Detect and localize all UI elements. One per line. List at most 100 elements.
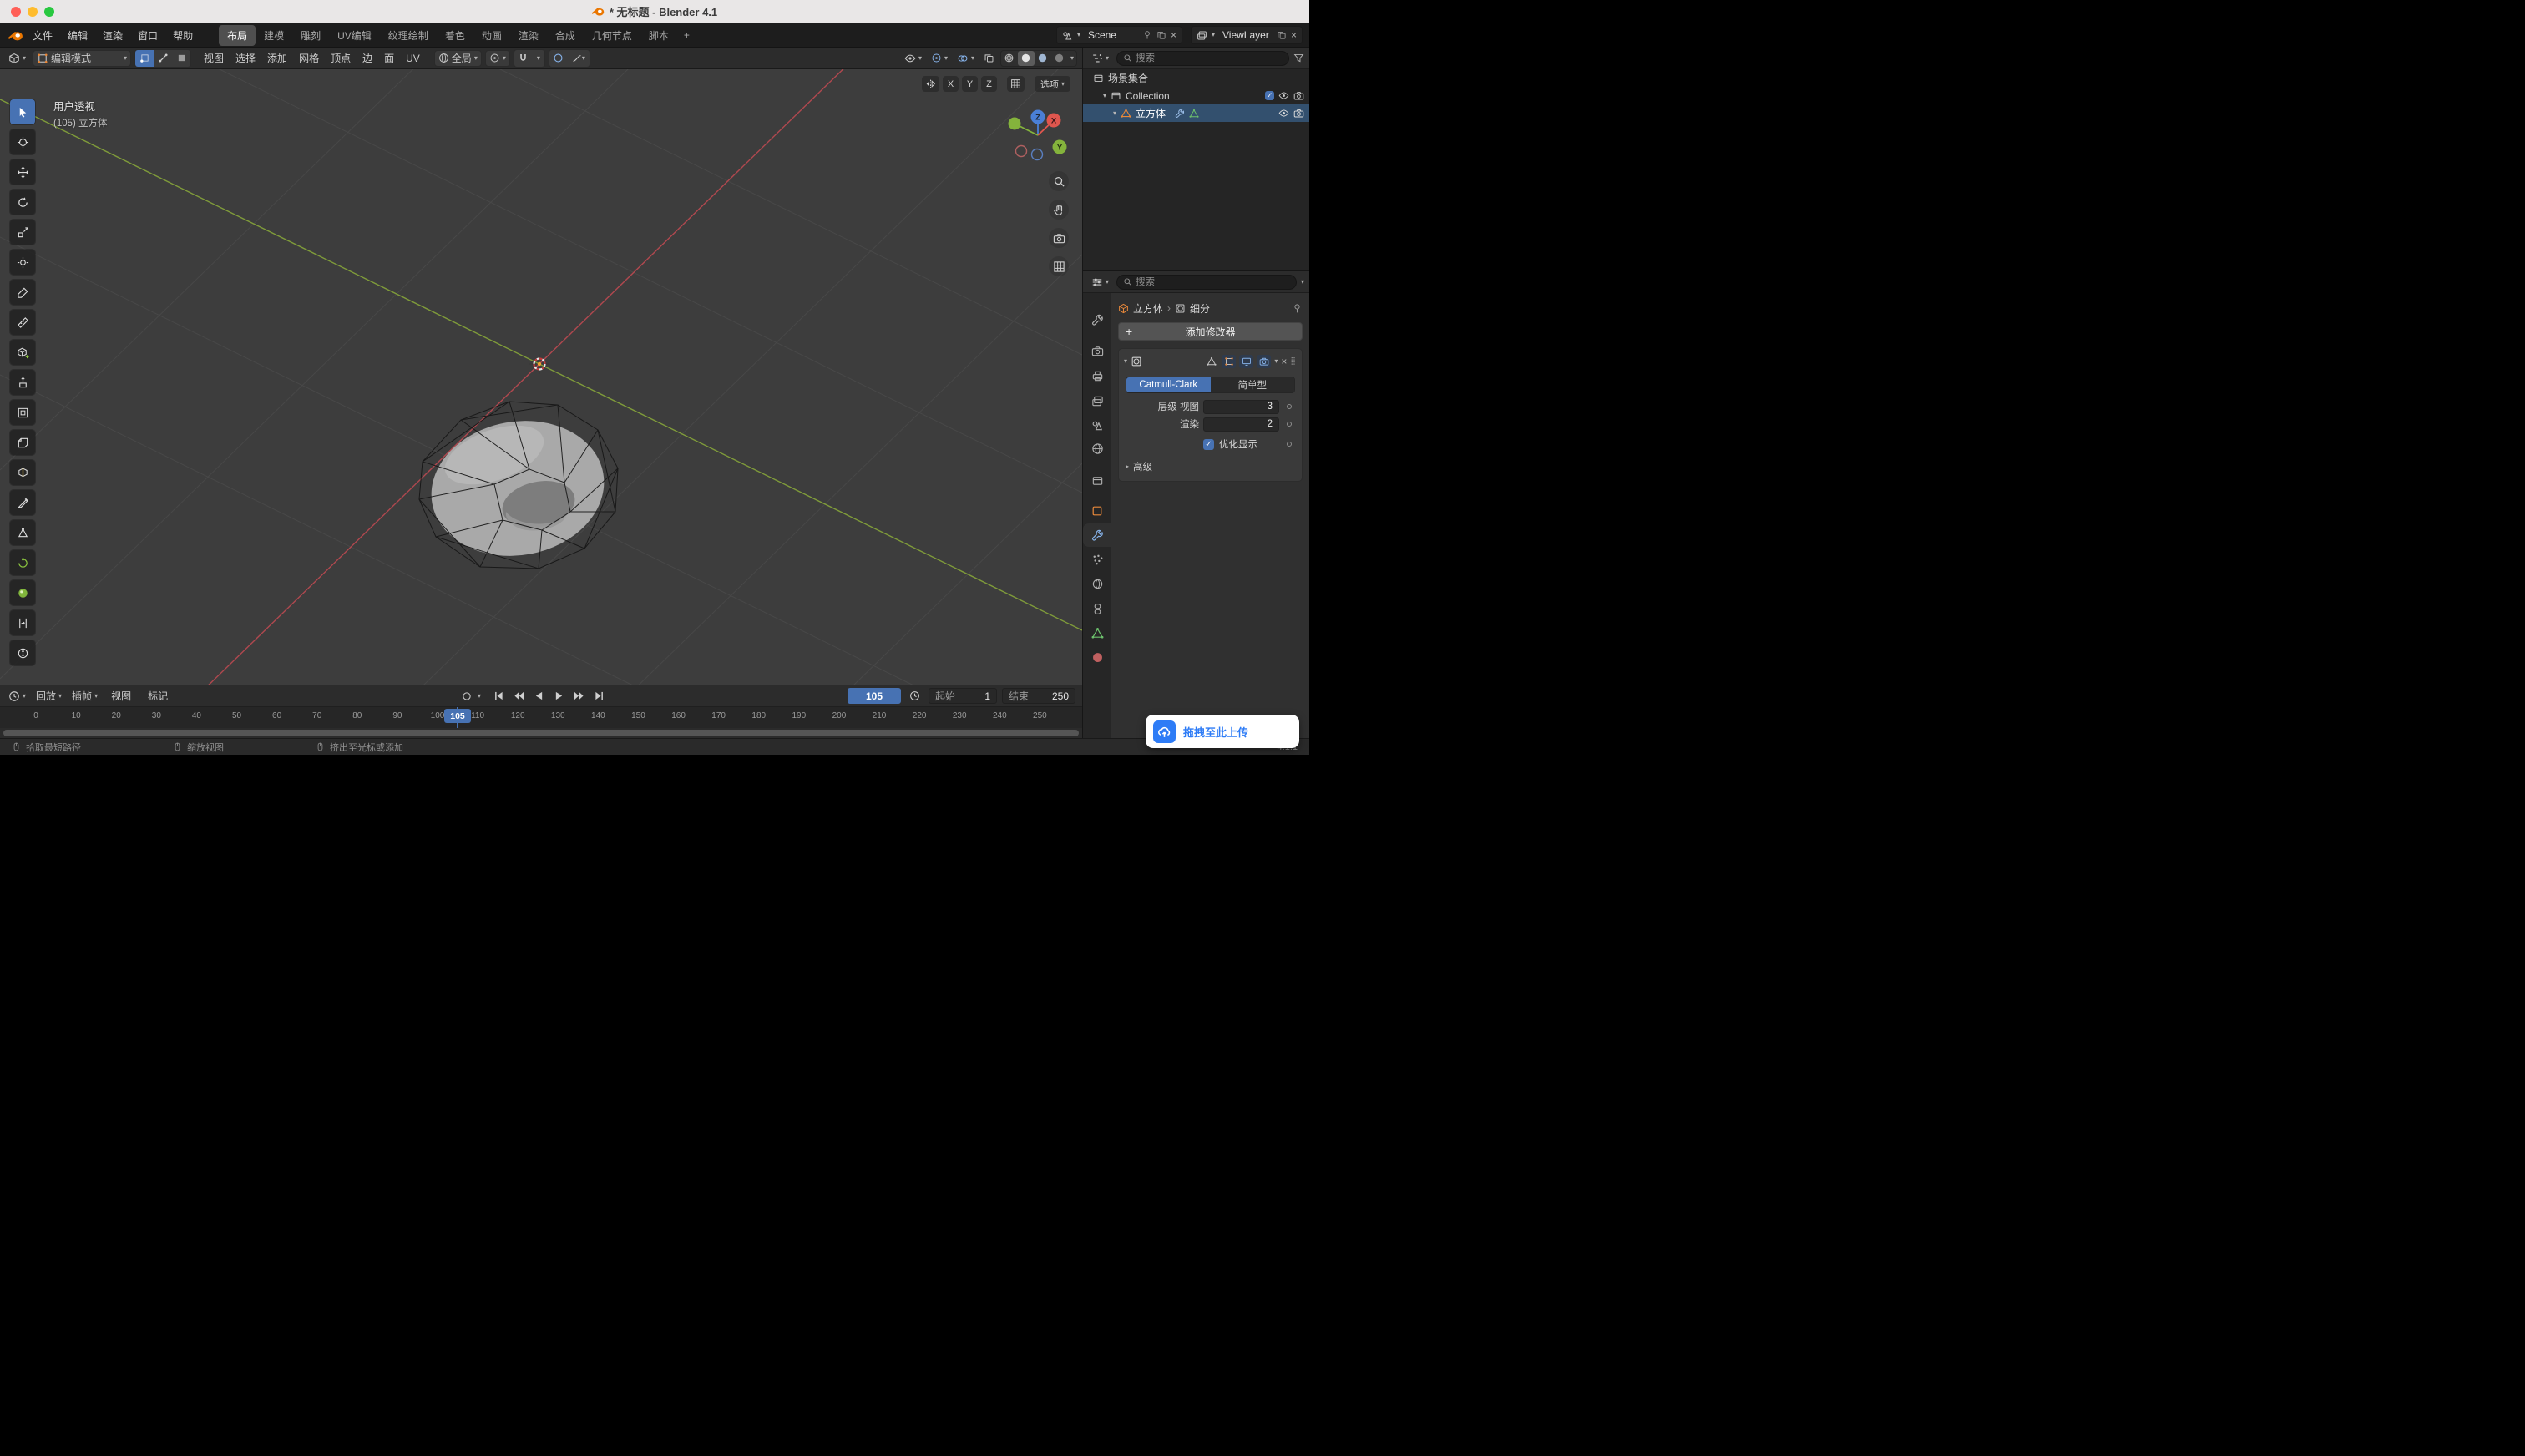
tool-smooth[interactable]: [10, 580, 35, 605]
show-object-types-dropdown[interactable]: ▾: [901, 50, 925, 67]
workspace-tab[interactable]: 合成: [547, 25, 584, 46]
keying-menu[interactable]: 插帧▾: [68, 688, 101, 705]
play-reverse-button[interactable]: [530, 688, 548, 704]
app-menu-item[interactable]: 编辑: [60, 25, 95, 46]
frame-start-field[interactable]: 起始1: [929, 688, 997, 704]
xray-toggle[interactable]: [980, 50, 998, 67]
auto-keying-dropdown[interactable]: ▾: [478, 693, 481, 700]
add-workspace-button[interactable]: +: [677, 26, 696, 44]
properties-options-dropdown[interactable]: ▾: [1301, 279, 1304, 286]
viewlayer-selector[interactable]: ▾ ViewLayer ×: [1191, 26, 1303, 44]
wireframe-shading-button[interactable]: [1001, 51, 1018, 66]
tool-inset-faces[interactable]: [10, 400, 35, 425]
disable-render-icon[interactable]: [1293, 90, 1304, 101]
tool-add-cube[interactable]: [10, 340, 35, 365]
workspace-tab[interactable]: 雕刻: [292, 25, 329, 46]
show-in-edit-mode-toggle[interactable]: [1222, 355, 1236, 368]
proportional-edit-toggle[interactable]: [549, 50, 568, 67]
zoom-icon[interactable]: [1049, 171, 1069, 191]
face-select-button[interactable]: [172, 50, 190, 67]
breadcrumb-modifier[interactable]: 细分: [1190, 301, 1210, 316]
new-scene-icon[interactable]: [1156, 30, 1166, 40]
viewport-menu-item[interactable]: 选择: [230, 48, 261, 68]
filter-funnel-icon[interactable]: [1293, 53, 1304, 63]
jump-prev-keyframe-button[interactable]: [510, 688, 528, 704]
material-shading-button[interactable]: [1035, 51, 1051, 66]
edge-select-button[interactable]: [154, 50, 172, 67]
workspace-tab[interactable]: 脚本: [640, 25, 677, 46]
traffic-lights[interactable]: [11, 7, 54, 17]
jump-next-keyframe-button[interactable]: [570, 688, 588, 704]
viewport-canvas[interactable]: 用户透视 (105) 立方体 X: [0, 69, 1082, 685]
workspace-tab[interactable]: 建模: [256, 25, 292, 46]
minimize-window-button[interactable]: [28, 7, 38, 17]
pin-icon[interactable]: [1292, 303, 1303, 314]
viewport-menu-item[interactable]: 网格: [293, 48, 325, 68]
workspace-tab[interactable]: 着色: [437, 25, 473, 46]
timeline-scrollbar-thumb[interactable]: [3, 730, 1079, 736]
playhead-frame-chip[interactable]: 105: [444, 709, 471, 723]
workspace-tab[interactable]: 渲染: [510, 25, 547, 46]
tab-view-layer[interactable]: [1083, 389, 1111, 412]
tool-bevel[interactable]: [10, 430, 35, 455]
remove-viewlayer-icon[interactable]: ×: [1291, 30, 1297, 40]
tool-extrude-region[interactable]: [10, 370, 35, 395]
use-preview-range-icon[interactable]: [906, 688, 923, 704]
timeline-ruler[interactable]: 0102030405060708090100110120130140150160…: [0, 707, 1082, 728]
workspace-tab[interactable]: 布局: [219, 25, 256, 46]
mirror-x-toggle[interactable]: X: [943, 76, 959, 92]
pivot-point-selector[interactable]: ▾: [485, 50, 510, 67]
auto-keying-toggle[interactable]: [458, 688, 475, 704]
workspace-tab[interactable]: 纹理绘制: [380, 25, 437, 46]
solid-shading-button[interactable]: [1018, 51, 1035, 66]
disable-render-icon[interactable]: [1293, 108, 1304, 119]
blender-logo-icon[interactable]: [8, 29, 23, 41]
viewport-menu-item[interactable]: 面: [378, 48, 400, 68]
viewport-menu-item[interactable]: UV: [400, 50, 426, 67]
realtime-display-toggle[interactable]: [1239, 355, 1253, 368]
tool-spin[interactable]: [10, 550, 35, 575]
add-modifier-button[interactable]: + 添加修改器: [1118, 322, 1303, 341]
outliner-row-collection[interactable]: ▾ Collection ✓: [1083, 87, 1309, 104]
tab-constraints[interactable]: [1083, 597, 1111, 620]
collapse-icon[interactable]: ▾: [1124, 358, 1127, 365]
snap-magnet-toggle[interactable]: [514, 50, 533, 67]
collection-checkbox[interactable]: ✓: [1265, 91, 1274, 100]
workspace-tab[interactable]: 动画: [473, 25, 510, 46]
modifier-extras-dropdown[interactable]: ▾: [1274, 358, 1278, 365]
tab-render[interactable]: [1083, 339, 1111, 362]
tab-catmull-clark[interactable]: Catmull-Clark: [1126, 377, 1211, 392]
new-viewlayer-icon[interactable]: [1277, 30, 1287, 40]
edit-mode-cage-toggle[interactable]: [1204, 355, 1218, 368]
gizmos-dropdown[interactable]: ▾: [928, 50, 951, 67]
viewport-menu-item[interactable]: 添加: [261, 48, 293, 68]
scene-selector[interactable]: ▾ Scene ×: [1056, 26, 1182, 44]
viewport-menu-item[interactable]: 顶点: [325, 48, 357, 68]
tool-measure[interactable]: [10, 310, 35, 335]
properties-search-input[interactable]: [1136, 277, 1290, 287]
unlink-scene-icon[interactable]: ×: [1171, 30, 1176, 40]
tool-move[interactable]: [10, 159, 35, 185]
camera-view-icon[interactable]: [1049, 228, 1069, 248]
properties-search[interactable]: [1116, 275, 1297, 290]
decorator-dot[interactable]: [1287, 404, 1292, 409]
timeline-view-menu[interactable]: 视图: [104, 686, 138, 705]
play-button[interactable]: [550, 688, 568, 704]
workspace-tab[interactable]: 几何节点: [584, 25, 640, 46]
optimal-display-checkbox[interactable]: ✓: [1203, 439, 1214, 450]
pan-hand-icon[interactable]: [1049, 200, 1069, 220]
tab-output[interactable]: [1083, 364, 1111, 387]
outliner-search-input[interactable]: [1136, 53, 1283, 63]
mirror-icon[interactable]: [922, 76, 939, 92]
tool-select-box[interactable]: [10, 99, 35, 124]
app-menu-item[interactable]: 渲染: [95, 25, 130, 46]
editor-type-selector[interactable]: ▾: [5, 50, 29, 67]
proportional-falloff-dropdown[interactable]: ▾: [568, 50, 590, 67]
tab-material[interactable]: [1083, 645, 1111, 669]
decorator-dot[interactable]: [1287, 442, 1292, 447]
remove-modifier-icon[interactable]: ×: [1281, 356, 1287, 367]
tool-poly-build[interactable]: [10, 520, 35, 545]
tab-particles[interactable]: [1083, 548, 1111, 571]
viewport-menu-item[interactable]: 边: [357, 48, 378, 68]
tool-knife[interactable]: [10, 490, 35, 515]
